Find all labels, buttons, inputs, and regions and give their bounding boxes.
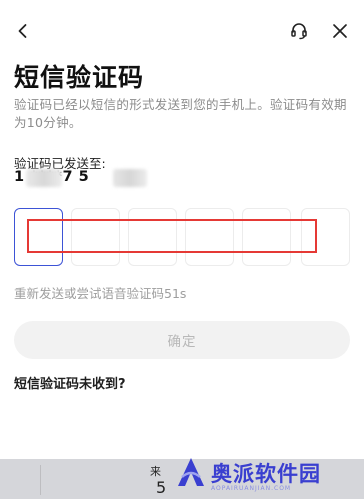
phone-blur-mask (26, 169, 62, 187)
close-icon (333, 24, 347, 38)
chevron-left-icon (18, 24, 27, 38)
customer-service-button[interactable] (284, 16, 314, 46)
code-not-received-link[interactable]: 短信验证码未收到? (14, 373, 126, 392)
phone-blur-mask (113, 169, 147, 187)
watermark-subtext: AOPAIRUANJIAN.COM (211, 485, 292, 492)
keyboard-candidate-char[interactable]: 来 (150, 463, 161, 479)
highlight-box (27, 219, 317, 253)
key-divider (40, 465, 41, 495)
description-text: 验证码已经以短信的形式发送到您的手机上。验证码有效期为10分钟。 (14, 97, 347, 130)
headset-icon (291, 23, 307, 40)
close-button[interactable] (325, 16, 355, 46)
watermark-text: 奥派软件园 (211, 462, 321, 486)
resend-countdown[interactable]: 重新发送或尝试语音验证码51s (14, 283, 186, 302)
confirm-button[interactable]: 确定 (14, 321, 350, 359)
keyboard-key-number[interactable]: 5 (156, 478, 166, 497)
watermark-logo-icon (178, 458, 204, 486)
back-button[interactable] (8, 16, 38, 46)
top-bar (0, 14, 364, 48)
page-title: 短信验证码 (14, 63, 145, 92)
